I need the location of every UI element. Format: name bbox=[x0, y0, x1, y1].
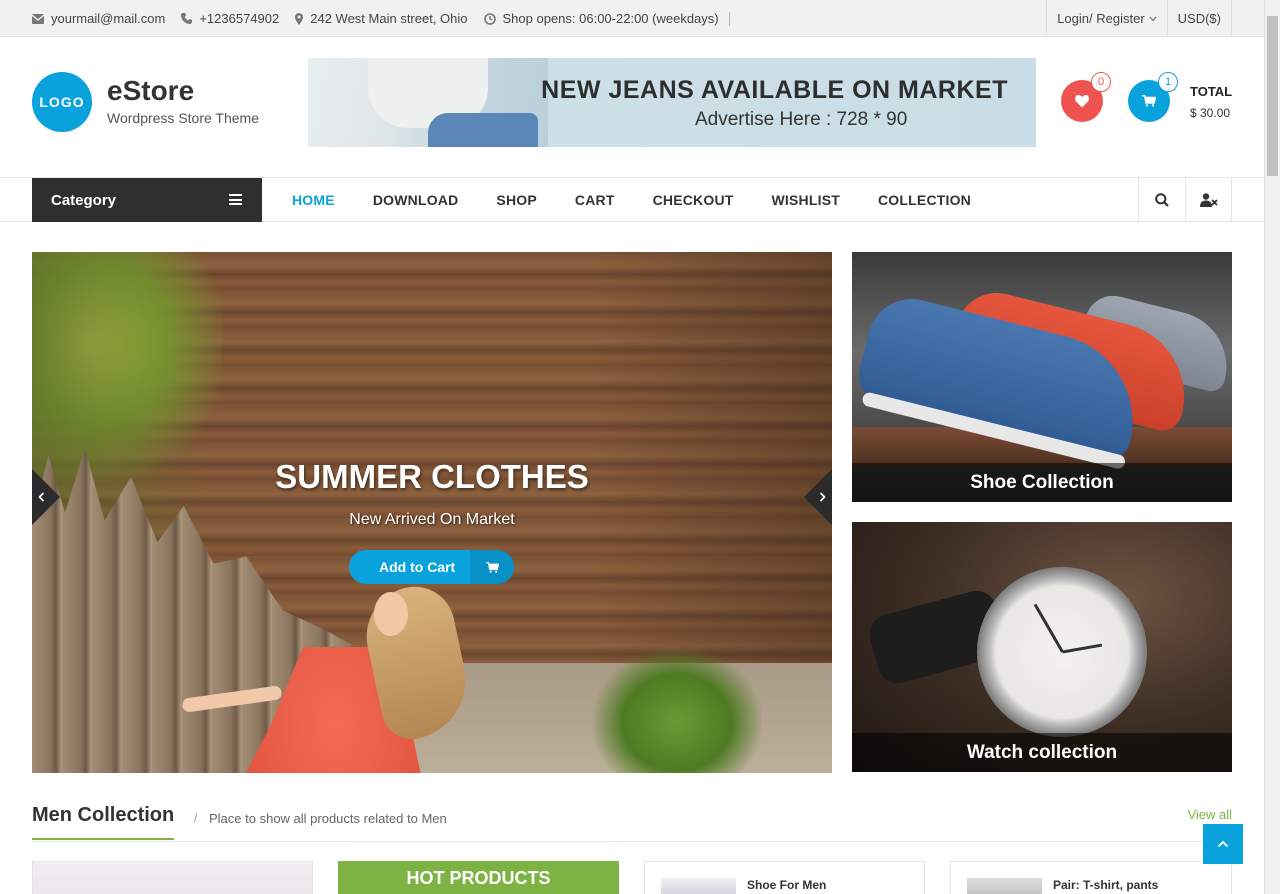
product-thumbnail bbox=[967, 878, 1042, 894]
hot-products-label: HOT PRODUCTS bbox=[406, 868, 551, 888]
slide-subheading: New Arrived On Market bbox=[349, 511, 515, 528]
search-button[interactable] bbox=[1138, 178, 1185, 222]
chevron-right-icon bbox=[819, 492, 826, 502]
site-logo[interactable]: LOGO bbox=[32, 72, 92, 132]
brand: eStore Wordpress Store Theme bbox=[107, 74, 259, 126]
wishlist-button[interactable]: 0 bbox=[1061, 72, 1111, 122]
scrollbar-thumb[interactable] bbox=[1267, 16, 1278, 176]
section-description: Place to show all products related to Me… bbox=[209, 811, 447, 826]
hours-info: Shop opens: 06:00-22:00 (weekdays) bbox=[483, 11, 719, 26]
site-tagline: Wordpress Store Theme bbox=[107, 110, 259, 126]
menu-item-download[interactable]: DOWNLOAD bbox=[373, 192, 459, 208]
menu-item-checkout[interactable]: CHECKOUT bbox=[653, 192, 734, 208]
banner-image bbox=[308, 58, 548, 147]
shopping-cart-icon bbox=[1142, 95, 1156, 107]
menu-item-shop[interactable]: SHOP bbox=[496, 192, 536, 208]
shoe-collection-promo[interactable]: Shoe Collection bbox=[852, 252, 1232, 502]
watch-face bbox=[977, 567, 1147, 737]
chevron-down-icon bbox=[1149, 16, 1157, 21]
heart-icon bbox=[1075, 94, 1089, 107]
advertisement-banner[interactable]: NEW JEANS AVAILABLE ON MARKET Advertise … bbox=[308, 58, 1036, 147]
email-info: yourmail@mail.com bbox=[32, 11, 165, 26]
chevron-up-icon bbox=[1217, 840, 1229, 848]
shopping-cart-icon bbox=[485, 561, 499, 573]
product-card[interactable] bbox=[32, 861, 313, 894]
shoe-collection-label: Shoe Collection bbox=[852, 463, 1232, 502]
category-label: Category bbox=[51, 191, 117, 209]
category-menu-button[interactable]: Category bbox=[32, 178, 262, 222]
slide-heading: SUMMER CLOTHES bbox=[275, 458, 589, 495]
nav-tools bbox=[1138, 178, 1232, 222]
menu-item-home[interactable]: HOME bbox=[292, 192, 335, 208]
account-tools: Login/ Register USD($) bbox=[1046, 0, 1232, 37]
product-name[interactable]: Pair: T-shirt, pants bbox=[1053, 878, 1158, 892]
add-to-cart-button[interactable]: Add to Cart bbox=[349, 550, 514, 584]
watch-collection-label: Watch collection bbox=[852, 733, 1232, 772]
watch-collection-promo[interactable]: Watch collection bbox=[852, 522, 1232, 772]
men-collection-header: Men Collection / Place to show all produ… bbox=[32, 800, 1232, 842]
hero-slider: SUMMER CLOTHES New Arrived On Market Add… bbox=[32, 252, 832, 773]
main-navigation: Category HOME DOWNLOAD SHOP CART CHECKOU… bbox=[0, 177, 1264, 222]
logo-text: LOGO bbox=[39, 94, 85, 110]
add-to-cart-label: Add to Cart bbox=[379, 559, 456, 575]
phone-text: +1236574902 bbox=[199, 11, 280, 26]
currency-selector[interactable]: USD($) bbox=[1166, 0, 1232, 37]
login-label: Login/ Register bbox=[1057, 11, 1145, 26]
address-text: 242 West Main street, Ohio bbox=[310, 11, 468, 26]
model-face bbox=[374, 592, 408, 636]
top-bar: yourmail@mail.com +1236574902 242 West M… bbox=[0, 0, 1264, 37]
map-marker-icon bbox=[295, 12, 304, 25]
view-all-link[interactable]: View all bbox=[1187, 807, 1232, 822]
user-account-button[interactable] bbox=[1185, 178, 1232, 222]
address-info: 242 West Main street, Ohio bbox=[295, 11, 468, 26]
divider bbox=[728, 11, 730, 26]
login-register-link[interactable]: Login/ Register bbox=[1046, 0, 1166, 37]
cart-button[interactable]: 1 bbox=[1128, 72, 1178, 122]
total-label: TOTAL bbox=[1190, 84, 1233, 99]
site-name[interactable]: eStore bbox=[107, 74, 259, 108]
hot-products-card[interactable]: HOT PRODUCTS bbox=[338, 861, 619, 894]
contact-info: yourmail@mail.com +1236574902 242 West M… bbox=[32, 0, 730, 37]
product-thumbnail bbox=[661, 878, 736, 894]
banner-title: NEW JEANS AVAILABLE ON MARKET bbox=[541, 76, 1008, 104]
cart-count-badge: 1 bbox=[1158, 72, 1178, 92]
banner-subtitle: Advertise Here : 728 * 90 bbox=[695, 109, 908, 130]
chevron-left-icon bbox=[38, 492, 45, 502]
total-amount: $ 30.00 bbox=[1190, 106, 1231, 120]
wishlist-count-badge: 0 bbox=[1091, 72, 1111, 92]
product-card-shoe[interactable]: Shoe For Men bbox=[644, 861, 925, 894]
menu-item-cart[interactable]: CART bbox=[575, 192, 615, 208]
product-name[interactable]: Shoe For Men bbox=[747, 878, 826, 892]
cart-total: TOTAL $ 30.00 bbox=[1190, 84, 1232, 120]
hours-text: Shop opens: 06:00-22:00 (weekdays) bbox=[502, 11, 719, 26]
currency-label: USD($) bbox=[1177, 11, 1221, 26]
scroll-to-top-button[interactable] bbox=[1203, 824, 1243, 864]
clock-icon bbox=[483, 12, 496, 25]
slider-bush bbox=[592, 647, 762, 773]
banner-jeans bbox=[428, 113, 538, 147]
menu-item-wishlist[interactable]: WISHLIST bbox=[772, 192, 840, 208]
product-card-pair[interactable]: Pair: T-shirt, pants bbox=[950, 861, 1232, 894]
menu-links: HOME DOWNLOAD SHOP CART CHECKOUT WISHLIS… bbox=[292, 178, 1009, 222]
hamburger-icon bbox=[229, 194, 242, 205]
search-icon bbox=[1155, 193, 1169, 207]
phone-info: +1236574902 bbox=[181, 11, 279, 26]
cart-icon-wrap bbox=[470, 550, 514, 584]
phone-icon bbox=[181, 13, 193, 24]
user-times-icon bbox=[1199, 193, 1218, 207]
section-title: Men Collection bbox=[32, 804, 175, 840]
section-slash: / bbox=[194, 811, 198, 825]
page-scrollbar[interactable] bbox=[1264, 0, 1280, 894]
menu-item-collection[interactable]: COLLECTION bbox=[878, 192, 971, 208]
envelope-icon bbox=[32, 13, 44, 24]
email-text[interactable]: yourmail@mail.com bbox=[51, 11, 165, 26]
